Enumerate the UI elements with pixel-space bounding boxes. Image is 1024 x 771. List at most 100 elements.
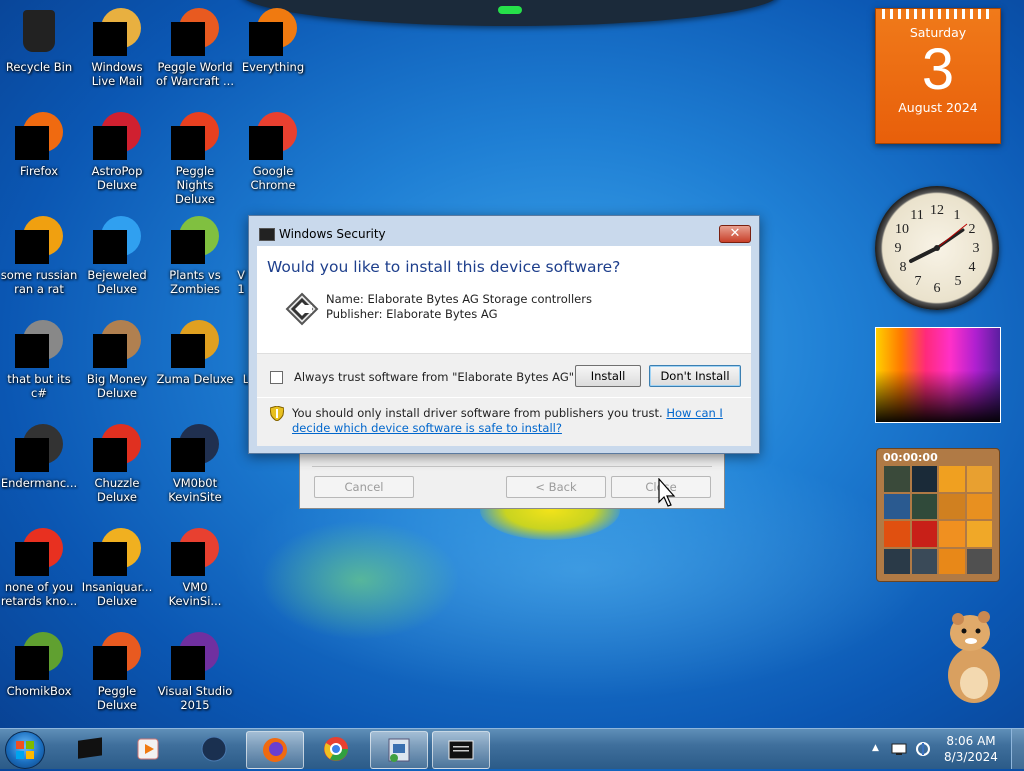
taskbar-app-firefox[interactable] — [246, 731, 304, 769]
app-icon — [93, 424, 141, 472]
picture-puzzle-gadget[interactable]: 00:00:00 — [876, 448, 1000, 582]
calendar-rings — [882, 9, 994, 19]
desktop-icon-label: Plants vs Zombies — [169, 268, 221, 296]
svg-text:2: 2 — [969, 222, 976, 237]
desktop-icon-label: none of you retards kno... — [0, 580, 78, 608]
installer-icon — [388, 738, 410, 762]
desktop-icon[interactable]: Everything — [234, 2, 312, 74]
app-icon — [93, 528, 141, 576]
desktop-icon-label: Peggle Nights Deluxe — [175, 164, 215, 206]
close-button[interactable]: ✕ — [719, 225, 751, 243]
taskbar-app-installer[interactable] — [370, 731, 428, 769]
dialog-body: Would you like to install this device so… — [257, 246, 751, 446]
desktop-icon[interactable]: Peggle Deluxe — [78, 626, 156, 712]
desktop-icon-label: ChomikBox — [6, 684, 72, 698]
svg-text:5: 5 — [955, 274, 962, 289]
window-app-icon — [259, 228, 275, 241]
desktop-icon-label: AstroPop Deluxe — [91, 164, 143, 192]
app-icon — [249, 112, 297, 160]
chrome-icon — [324, 737, 348, 761]
always-trust-checkbox[interactable] — [270, 371, 283, 384]
always-trust-label[interactable]: Always trust software from "Elaborate By… — [294, 370, 578, 384]
dialog-title: Windows Security — [279, 227, 386, 241]
volume-icon[interactable] — [914, 741, 932, 757]
desktop-icon[interactable]: Recycle Bin — [0, 2, 78, 74]
app-icon — [171, 632, 219, 680]
svg-text:1: 1 — [954, 208, 961, 223]
desktop-icon[interactable]: Endermanc... — [0, 418, 78, 490]
desktop-icon[interactable]: Firefox — [0, 106, 78, 178]
taskbar-app-terminal[interactable] — [62, 731, 118, 767]
desktop-icon-label: Bejeweled Deluxe — [87, 268, 147, 296]
wizard-cancel-button[interactable]: Cancel — [314, 476, 414, 498]
desktop-icon[interactable]: Zuma Deluxe — [156, 314, 234, 386]
software-info: Name: Elaborate Bytes AG Storage control… — [326, 292, 592, 322]
desktop-icon[interactable]: Insaniquar... Deluxe — [78, 522, 156, 608]
desktop-icon[interactable]: Bejeweled Deluxe — [78, 210, 156, 296]
taskbar-app-media[interactable] — [120, 731, 176, 767]
desktop-icon-label: Everything — [241, 60, 305, 74]
desktop-icon[interactable]: AstroPop Deluxe — [78, 106, 156, 192]
svg-text:11: 11 — [910, 208, 923, 223]
wizard-back-button[interactable]: < Back — [506, 476, 606, 498]
start-button[interactable] — [5, 731, 45, 769]
desktop-icon-label: Peggle Deluxe — [97, 684, 137, 712]
desktop-icon[interactable]: Peggle World of Warcraft ... — [156, 2, 234, 88]
dont-install-button[interactable]: Don't Install — [649, 365, 741, 387]
network-icon[interactable] — [890, 741, 908, 757]
svg-text:12: 12 — [930, 203, 944, 218]
desktop-icon[interactable]: Chuzzle Deluxe — [78, 418, 156, 504]
puzzle-grid[interactable] — [884, 466, 992, 574]
device-software-icon — [285, 292, 319, 326]
desktop-icon[interactable]: Peggle Nights Deluxe — [156, 106, 234, 206]
taskbar-app-chrome[interactable] — [308, 731, 364, 767]
app-icon — [15, 632, 63, 680]
taskbar-app-vm[interactable] — [186, 731, 242, 767]
desktop-icon-label: VM0b0t KevinSite — [168, 476, 222, 504]
desktop-icon[interactable]: VM0 KevinSi... — [156, 522, 234, 608]
desktop-icon[interactable]: VM0b0t KevinSite — [156, 418, 234, 504]
software-publisher: Publisher: Elaborate Bytes AG — [326, 307, 498, 321]
install-question: Would you like to install this device so… — [267, 258, 621, 276]
desktop-icon[interactable]: some russian ran a rat — [0, 210, 78, 296]
desktop-icon-label: some russian ran a rat — [0, 268, 78, 296]
show-desktop-button[interactable] — [1011, 729, 1024, 769]
desktop-icon[interactable]: ChomikBox — [0, 626, 78, 698]
desktop-icon[interactable]: Windows Live Mail — [78, 2, 156, 88]
app-icon — [171, 8, 219, 56]
desktop-icon[interactable]: none of you retards kno... — [0, 522, 78, 608]
desktop-icon-label: that but its c# — [7, 372, 71, 400]
desktop-icon[interactable]: that but its c# — [0, 314, 78, 400]
clock-face-icon: 12 12 345 678 91011 — [895, 203, 980, 296]
software-name: Name: Elaborate Bytes AG Storage control… — [326, 292, 592, 306]
clock-gadget[interactable]: 12 1 2 345 678 9 10 11 — [875, 186, 999, 310]
svg-text:8: 8 — [900, 260, 907, 275]
desktop-icon-label: Google Chrome — [250, 164, 296, 192]
desktop-icon[interactable]: Google Chrome — [234, 106, 312, 192]
desktop-icon-label: Big Money Deluxe — [86, 372, 148, 400]
app-icon — [93, 216, 141, 264]
desktop-icon-label: Recycle Bin — [5, 60, 73, 74]
taskbar-date: 8/3/2024 — [944, 750, 998, 764]
install-button[interactable]: Install — [575, 365, 641, 387]
globe-icon — [201, 736, 227, 762]
taskbar-app-security[interactable] — [432, 731, 490, 769]
taskbar: ▲ 8:06 AM 8/3/2024 — [0, 728, 1024, 769]
dialog-content-panel: Would you like to install this device so… — [257, 246, 751, 354]
taskbar-clock[interactable]: 8:06 AM 8/3/2024 — [936, 733, 1006, 765]
slideshow-gadget[interactable] — [875, 327, 1001, 423]
app-icon — [93, 632, 141, 680]
tray-expand-arrow[interactable]: ▲ — [872, 743, 879, 753]
desktop-icon[interactable]: Visual Studio 2015 — [156, 626, 234, 712]
desktop-icon[interactable]: Big Money Deluxe — [78, 314, 156, 400]
svg-text:9: 9 — [895, 241, 902, 256]
svg-text:10: 10 — [895, 222, 909, 237]
calendar-gadget[interactable]: Saturday 3 August 2024 — [875, 8, 1001, 144]
desktop-icon-label: Insaniquar... Deluxe — [81, 580, 153, 608]
app-icon — [15, 528, 63, 576]
top-gadget-bar — [240, 0, 780, 26]
desktop-icon-label: Chuzzle Deluxe — [94, 476, 140, 504]
app-icon — [171, 216, 219, 264]
desktop-icon[interactable]: Plants vs Zombies — [156, 210, 234, 296]
desktop-icon-label: Zuma Deluxe — [156, 372, 234, 386]
